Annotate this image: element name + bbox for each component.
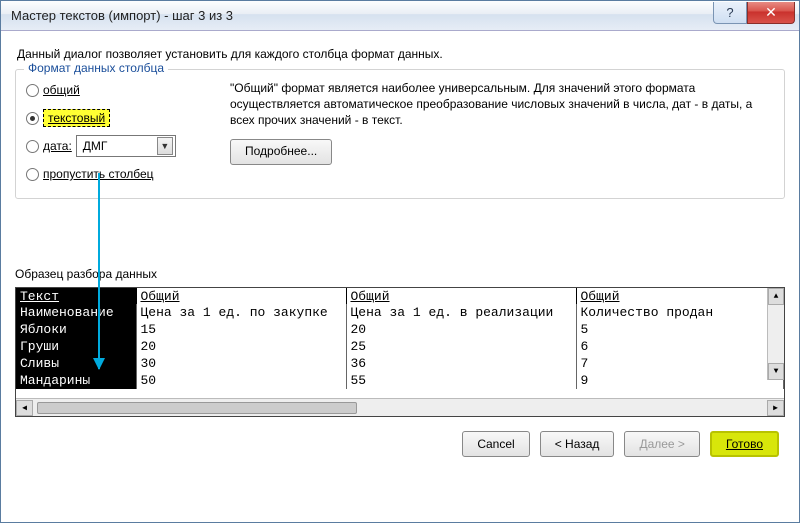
table-cell: Количество продан [576, 304, 784, 321]
horizontal-scrollbar[interactable]: ◀ ▶ [16, 398, 784, 416]
format-radios: общий текстовый дата: ДМГ ▼ [26, 80, 216, 184]
next-label: Далее > [639, 437, 685, 451]
radio-skip[interactable] [26, 168, 39, 181]
cancel-label: Cancel [477, 437, 514, 451]
wizard-window: Мастер текстов (импорт) - шаг 3 из 3 ? ✕… [0, 0, 800, 523]
group-legend: Формат данных столбца [24, 61, 168, 75]
table-cell: 36 [346, 355, 576, 372]
more-info-label: Подробнее... [245, 143, 317, 159]
scroll-right-icon[interactable]: ▶ [767, 400, 784, 416]
col-header[interactable]: Текст [16, 288, 136, 304]
radio-text[interactable] [26, 112, 39, 125]
radio-date[interactable] [26, 140, 39, 153]
table-cell: Мандарины [16, 372, 136, 389]
table-cell: Сливы [16, 355, 136, 372]
table-cell: 20 [346, 321, 576, 338]
table-row: НаименованиеЦена за 1 ед. по закупкеЦена… [16, 304, 784, 321]
titlebar-buttons: ? ✕ [713, 2, 795, 24]
wizard-footer: Cancel < Назад Далее > Готово [15, 431, 785, 457]
radio-general[interactable] [26, 84, 39, 97]
scroll-thumb[interactable] [37, 402, 357, 414]
column-format-group: Формат данных столбца общий текстовый да… [15, 69, 785, 199]
format-explanation: "Общий" формат является наиболее универс… [230, 80, 774, 129]
table-cell: 20 [136, 338, 346, 355]
date-format-select[interactable]: ДМГ ▼ [76, 135, 176, 157]
data-preview: Текст Общий Общий Общий НаименованиеЦена… [15, 287, 785, 417]
table-cell: 6 [576, 338, 784, 355]
date-format-value: ДМГ [83, 139, 108, 153]
help-icon: ? [726, 5, 733, 20]
radio-date-label: дата: [43, 139, 72, 153]
scroll-up-icon[interactable]: ▲ [768, 288, 784, 305]
table-cell: 25 [346, 338, 576, 355]
table-cell: Цена за 1 ед. в реализации [346, 304, 576, 321]
dialog-description: Данный диалог позволяет установить для к… [17, 47, 783, 61]
table-row: Яблоки15205 [16, 321, 784, 338]
back-label: < Назад [555, 437, 600, 451]
close-icon: ✕ [765, 4, 777, 21]
sample-label: Образец разбора данных [15, 267, 785, 281]
finish-label: Готово [726, 437, 763, 451]
table-cell: Яблоки [16, 321, 136, 338]
help-button[interactable]: ? [713, 2, 747, 24]
more-info-button[interactable]: Подробнее... [230, 139, 332, 165]
radio-text-label: текстовый [48, 111, 105, 125]
table-row: Груши20256 [16, 338, 784, 355]
scroll-left-icon[interactable]: ◀ [16, 400, 33, 416]
table-row: Мандарины50559 [16, 372, 784, 389]
chevron-down-icon: ▼ [157, 137, 173, 155]
table-cell: 7 [576, 355, 784, 372]
table-cell: 30 [136, 355, 346, 372]
vertical-scrollbar[interactable]: ▲ ▼ [767, 288, 784, 380]
table-cell: 9 [576, 372, 784, 389]
back-button[interactable]: < Назад [540, 431, 615, 457]
scroll-down-icon[interactable]: ▼ [768, 363, 784, 380]
close-button[interactable]: ✕ [747, 2, 795, 24]
table-cell: Наименование [16, 304, 136, 321]
table-cell: Груши [16, 338, 136, 355]
preview-table: Текст Общий Общий Общий НаименованиеЦена… [16, 288, 784, 389]
window-title: Мастер текстов (импорт) - шаг 3 из 3 [11, 8, 713, 23]
col-header[interactable]: Общий [136, 288, 346, 304]
radio-text-row[interactable]: текстовый [26, 108, 216, 128]
finish-button[interactable]: Готово [710, 431, 779, 457]
radio-general-row[interactable]: общий [26, 80, 216, 100]
cancel-button[interactable]: Cancel [462, 431, 529, 457]
col-header[interactable]: Общий [576, 288, 784, 304]
table-cell: 15 [136, 321, 346, 338]
col-header[interactable]: Общий [346, 288, 576, 304]
table-cell: Цена за 1 ед. по закупке [136, 304, 346, 321]
table-cell: 5 [576, 321, 784, 338]
radio-date-row[interactable]: дата: ДМГ ▼ [26, 136, 216, 156]
table-cell: 55 [346, 372, 576, 389]
table-row: Сливы30367 [16, 355, 784, 372]
radio-skip-row[interactable]: пропустить столбец [26, 164, 216, 184]
table-cell: 50 [136, 372, 346, 389]
annotation-arrow [98, 173, 100, 369]
radio-general-label: общий [43, 83, 80, 97]
client-area: Данный диалог позволяет установить для к… [1, 31, 799, 522]
titlebar: Мастер текстов (импорт) - шаг 3 из 3 ? ✕ [1, 1, 799, 31]
next-button: Далее > [624, 431, 700, 457]
format-explanation-block: "Общий" формат является наиболее универс… [230, 80, 774, 184]
